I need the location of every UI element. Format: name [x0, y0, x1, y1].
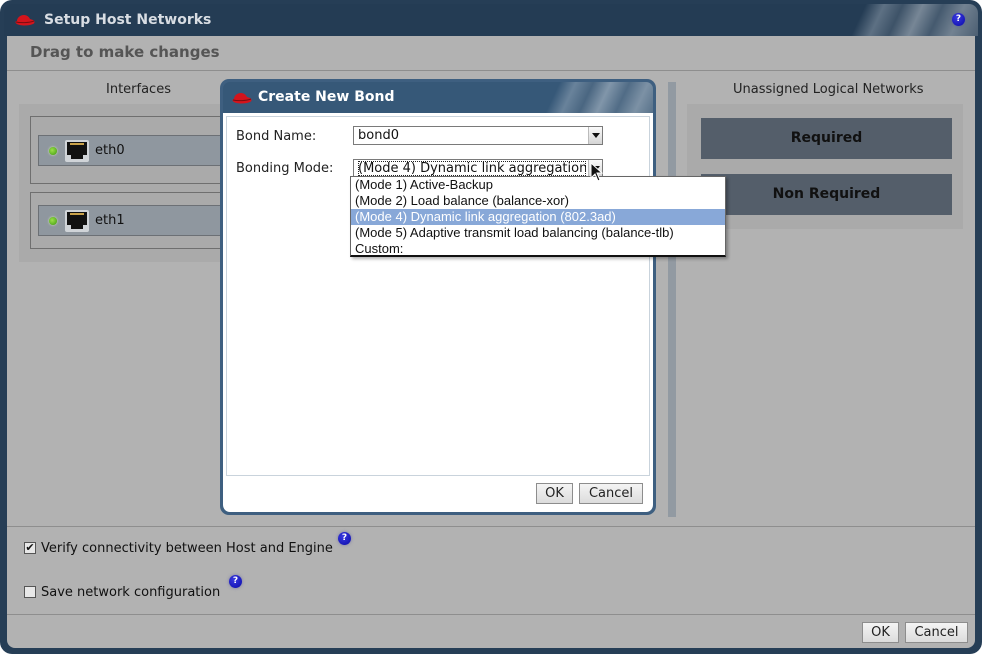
interface-name: eth1 [95, 213, 125, 228]
bonding-mode-option[interactable]: (Mode 2) Load balance (balance-xor) [351, 193, 725, 209]
interface-name: eth0 [95, 143, 125, 158]
verify-connectivity-label: Verify connectivity between Host and Eng… [41, 541, 333, 556]
question-mark-icon[interactable]: ? [229, 575, 242, 588]
bonding-mode-dropdown-list: (Mode 1) Active-Backup (Mode 2) Load bal… [350, 176, 726, 257]
question-mark-icon[interactable]: ? [952, 13, 965, 26]
titlebar-decoration [533, 82, 653, 113]
dialog-title: Create New Bond [258, 89, 395, 105]
window-titlebar[interactable]: Setup Host Networks ? [4, 4, 978, 36]
question-mark-icon[interactable]: ? [338, 532, 351, 545]
dialog-form: Bond Name: bond0 Bonding Mode: (Mode 4) … [226, 116, 650, 476]
cancel-button[interactable]: Cancel [905, 622, 968, 643]
interface-group: eth1 [30, 192, 238, 249]
ethernet-port-icon [65, 140, 89, 162]
non-required-networks-group[interactable]: Non Required [701, 174, 952, 215]
interface-group: eth0 [30, 116, 238, 184]
unassigned-networks-title: Unassigned Logical Networks [733, 82, 924, 97]
panel-divider [668, 82, 676, 517]
status-led-icon [49, 217, 57, 225]
divider [7, 526, 975, 527]
ok-button[interactable]: OK [862, 622, 899, 643]
ethernet-port-icon [65, 210, 89, 232]
verify-connectivity-checkbox[interactable]: ✔ [24, 542, 36, 554]
bonding-mode-value[interactable]: (Mode 4) Dynamic link aggregation (802.3… [358, 161, 586, 176]
unassigned-networks-panel: Required Non Required [687, 104, 963, 229]
status-led-icon [49, 147, 57, 155]
divider [7, 614, 975, 615]
bonding-mode-option[interactable]: (Mode 1) Active-Backup [351, 177, 725, 193]
bond-name-label: Bond Name: [236, 129, 317, 144]
dropdown-arrow-icon[interactable] [588, 127, 602, 144]
bonding-mode-option[interactable]: Custom: [351, 241, 725, 257]
required-networks-group[interactable]: Required [701, 118, 952, 159]
bond-name-combo[interactable]: bond0 [353, 126, 603, 145]
dialog-titlebar[interactable]: Create New Bond [223, 82, 653, 113]
redhat-hat-icon [232, 93, 252, 104]
create-new-bond-dialog: Create New Bond Bond Name: bond0 Bonding… [220, 79, 656, 515]
drag-hint: Drag to make changes [30, 43, 220, 61]
bond-name-value[interactable]: bond0 [358, 128, 586, 143]
bonding-mode-label: Bonding Mode: [236, 161, 334, 176]
redhat-hat-icon [15, 15, 35, 26]
dialog-cancel-button[interactable]: Cancel [579, 483, 643, 504]
save-network-checkbox[interactable] [24, 586, 36, 598]
header-bar: Drag to make changes [7, 36, 975, 71]
interface-eth0[interactable]: eth0 [38, 135, 238, 166]
dialog-body: Bond Name: bond0 Bonding Mode: (Mode 4) … [223, 113, 653, 512]
save-network-label: Save network configuration [41, 585, 221, 600]
dialog-ok-button[interactable]: OK [536, 483, 573, 504]
interfaces-panel: eth0 eth1 [19, 104, 238, 262]
bonding-mode-option-selected[interactable]: (Mode 4) Dynamic link aggregation (802.3… [351, 209, 725, 225]
bonding-mode-option[interactable]: (Mode 5) Adaptive transmit load balancin… [351, 225, 725, 241]
mouse-pointer-icon [590, 162, 604, 182]
window-title: Setup Host Networks [44, 12, 212, 28]
interfaces-title: Interfaces [106, 82, 171, 97]
interface-eth1[interactable]: eth1 [38, 205, 238, 236]
